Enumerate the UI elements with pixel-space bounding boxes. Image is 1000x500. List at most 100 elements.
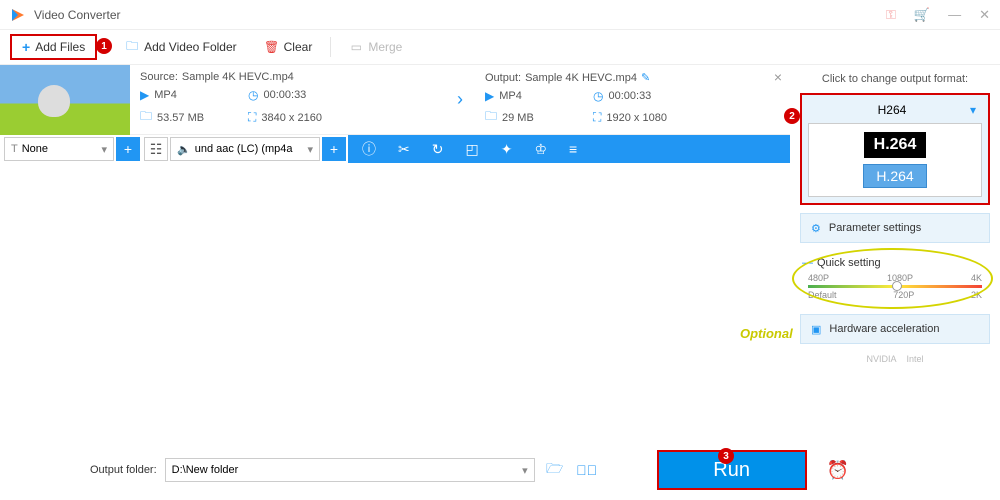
watermark-tool-icon[interactable]: ♔ <box>534 141 547 158</box>
chevron-down-icon: ▾ <box>307 143 313 156</box>
subtitle-settings-button[interactable]: ☷ <box>144 137 168 161</box>
source-info: Source: Sample 4K HEVC.mp4 ▶ MP4 ◷ 00:00:3… <box>130 65 445 134</box>
annotation-badge-1: 1 <box>96 38 112 54</box>
file-row: × Source: Sample 4K HEVC.mp4 ▶ MP4 ◷ 00:00… <box>0 65 790 135</box>
key-icon[interactable]: ⚿ <box>886 7 896 23</box>
rotate-tool-icon[interactable]: ↻ <box>432 141 444 158</box>
clear-label: Clear <box>284 40 313 54</box>
add-folder-button[interactable]: 🗀 Add Video Folder <box>111 30 251 64</box>
src-size: 53.57 MB <box>157 112 204 124</box>
add-audio-button[interactable]: + <box>322 137 346 161</box>
edit-icon[interactable]: ✎ <box>641 71 650 84</box>
crop-tool-icon[interactable]: ◰ <box>465 141 478 158</box>
browse-folder-icon[interactable]: 🗁 <box>543 458 567 482</box>
minimize-icon[interactable]: — <box>948 7 961 22</box>
annotation-badge-3: 3 <box>718 448 734 464</box>
clear-button[interactable]: 🗑 Clear <box>251 30 327 64</box>
preset-480p: 480P <box>808 273 829 283</box>
codec-badge-blue: H.264 <box>863 164 926 188</box>
add-folder-label: Add Video Folder <box>144 40 237 54</box>
toolbar: + Add Files ▼ 🗀 Add Video Folder 🗑 Clear… <box>0 30 1000 65</box>
clock-icon: ◷ <box>248 88 258 102</box>
hw-label: Hardware acceleration <box>829 323 939 335</box>
intel-logo: Intel <box>907 354 924 364</box>
add-subtitle-button[interactable]: + <box>116 137 140 161</box>
output-path: D:\New folder <box>172 464 522 476</box>
cut-tool-icon[interactable]: ✂ <box>398 141 410 158</box>
out-duration: 00:00:33 <box>608 90 651 102</box>
sidebar: Click to change output format: H264 ▾ H.… <box>790 65 1000 435</box>
effect-tool-icon[interactable]: ✦ <box>501 141 513 158</box>
output-label: Output: <box>485 72 521 84</box>
resolution-icon: ⛶ <box>248 110 256 125</box>
quality-slider[interactable] <box>808 285 982 288</box>
audio-value: und aac (LC) (mp4a <box>195 143 308 155</box>
plus-icon: + <box>22 39 30 55</box>
app-logo-icon <box>10 7 26 23</box>
add-files-button[interactable]: + Add Files <box>10 34 97 60</box>
format-hint: Click to change output format: <box>800 73 990 85</box>
codec-badge-black: H.264 <box>864 132 927 158</box>
schedule-icon[interactable]: ⏰ <box>827 460 849 481</box>
output-info: Output: Sample 4K HEVC.mp4 ✎ ▶ MP4 ◷ 00:00… <box>475 65 790 134</box>
app-title: Video Converter <box>34 8 886 22</box>
preset-720p: 720P <box>893 290 914 300</box>
merge-label: Merge <box>368 40 402 54</box>
output-format-box[interactable]: H264 ▾ H.264 H.264 <box>800 93 990 205</box>
window-controls: ⚿ 🛒 — ✕ <box>886 7 990 23</box>
format-name: H264 <box>878 103 907 117</box>
resolution-icon: ⛶ <box>593 110 601 125</box>
control-row: T None ▾ + ☷ 🔈 und aac (LC) (mp4a ▾ + ⓘ … <box>0 135 790 163</box>
video-thumbnail[interactable] <box>0 65 130 135</box>
subtitle-select[interactable]: T None ▾ <box>4 137 114 161</box>
hardware-accel-button[interactable]: ▣ Hardware acceleration <box>800 314 990 344</box>
open-folder-icon[interactable]: ▶⃞ <box>575 462 599 478</box>
edit-toolstrip: ⓘ ✂ ↻ ◰ ✦ ♔ ≡ <box>348 135 790 163</box>
param-label: Parameter settings <box>829 222 921 234</box>
remove-file-icon[interactable]: × <box>774 69 782 85</box>
adjust-tool-icon[interactable]: ≡ <box>569 141 577 157</box>
merge-icon: ▭ <box>349 40 363 54</box>
slider-knob[interactable] <box>892 281 902 291</box>
preset-4k: 4K <box>971 273 982 283</box>
format-icon: ▶ <box>140 88 149 102</box>
annotation-badge-2: 2 <box>784 108 800 124</box>
chevron-down-icon: ▾ <box>101 143 107 156</box>
source-label: Source: <box>140 71 178 83</box>
close-icon[interactable]: ✕ <box>979 7 990 23</box>
output-filename: Sample 4K HEVC.mp4 <box>525 72 637 84</box>
parameter-settings-button[interactable]: ⚙ Parameter settings <box>800 213 990 243</box>
subtitle-value: None <box>22 143 102 155</box>
size-icon: 🗀 <box>485 107 497 128</box>
preset-2k: 2K <box>971 290 982 300</box>
titlebar: Video Converter ⚿ 🛒 — ✕ <box>0 0 1000 30</box>
cart-icon[interactable]: 🛒 <box>914 7 930 23</box>
out-resolution: 1920 x 1080 <box>606 112 667 124</box>
out-format: MP4 <box>499 90 522 102</box>
quick-setting-label: Quick setting <box>802 257 988 269</box>
sliders-icon: ⚙ <box>811 222 821 235</box>
preset-default: Default <box>808 290 837 300</box>
folder-icon: 🗀 <box>125 40 139 54</box>
quick-setting-panel: Quick setting 480P 1080P 4K Default 720P… <box>800 251 990 306</box>
nvidia-logo: NVIDIA <box>866 354 896 364</box>
info-tool-icon[interactable]: ⓘ <box>362 139 376 159</box>
format-icon: ▶ <box>485 89 494 103</box>
output-folder-label: Output folder: <box>90 464 157 476</box>
run-label: Run <box>713 459 750 482</box>
arrow-icon: › <box>445 65 475 134</box>
footer: Output folder: D:\New folder ▾ 🗁 ▶⃞ Run … <box>0 450 1000 490</box>
trash-icon: 🗑 <box>265 40 279 54</box>
output-folder-input[interactable]: D:\New folder ▾ <box>165 458 535 482</box>
merge-button: ▭ Merge <box>335 30 416 64</box>
clock-icon: ◷ <box>593 89 603 103</box>
format-dropdown-icon[interactable]: ▾ <box>970 103 976 117</box>
src-duration: 00:00:33 <box>263 89 306 101</box>
hw-vendor-logos: NVIDIA Intel <box>800 352 990 366</box>
annotation-optional: Optional <box>740 326 793 341</box>
source-filename: Sample 4K HEVC.mp4 <box>182 71 294 83</box>
audio-select[interactable]: 🔈 und aac (LC) (mp4a ▾ <box>170 137 320 161</box>
separator <box>330 37 331 57</box>
src-format: MP4 <box>154 89 177 101</box>
src-resolution: 3840 x 2160 <box>261 112 322 124</box>
